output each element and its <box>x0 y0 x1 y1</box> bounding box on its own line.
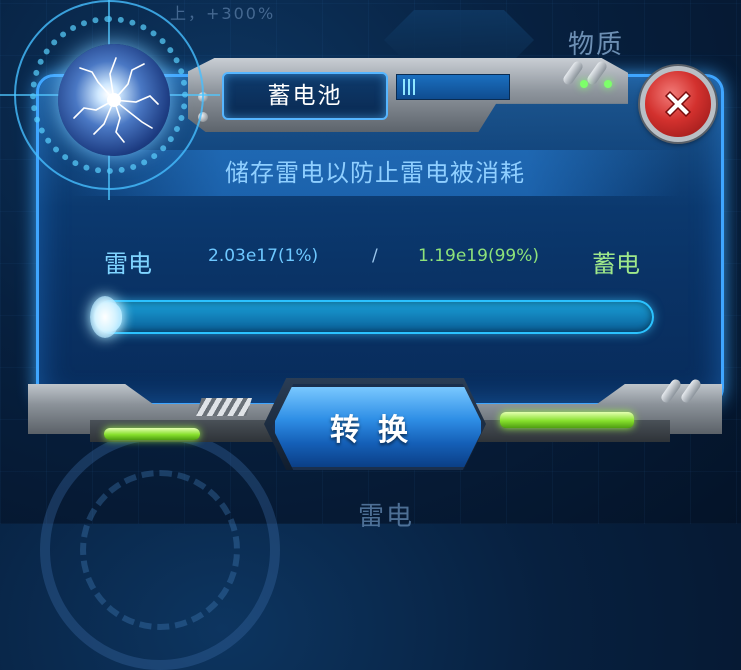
source-label: 雷电 <box>104 250 152 278</box>
close-x-icon <box>664 90 692 118</box>
vent-grille <box>196 398 252 416</box>
status-led-icon <box>604 80 612 88</box>
source-value: 2.03e17(1%) <box>208 246 319 266</box>
title-indicator-bar <box>396 74 510 100</box>
panel-clips <box>558 59 618 90</box>
background-tab-label-thunder[interactable]: 雷电 <box>358 496 414 533</box>
status-led-icon <box>580 80 588 88</box>
lightning-bolts <box>73 57 159 143</box>
bottom-clips <box>659 377 724 408</box>
clip-icon <box>679 377 703 405</box>
target-value: 1.19e19(99%) <box>418 246 539 266</box>
transfer-slider-track[interactable] <box>94 300 654 334</box>
background-stat-text: 上，+300% <box>170 4 276 23</box>
lightning-orb-icon <box>58 44 170 156</box>
background-tab-label-matter[interactable]: 物质 <box>568 24 624 61</box>
energy-bar-left <box>104 428 200 440</box>
convert-button[interactable]: 转换 <box>272 384 484 470</box>
target-label: 蓄电 <box>592 250 640 278</box>
dialog-title: 蓄电池 <box>222 72 388 120</box>
close-button[interactable] <box>640 66 716 142</box>
value-separator: / <box>372 246 378 266</box>
background-gear-inner <box>80 470 240 630</box>
energy-bar-right <box>500 412 634 428</box>
transfer-slider-handle[interactable] <box>90 296 120 338</box>
